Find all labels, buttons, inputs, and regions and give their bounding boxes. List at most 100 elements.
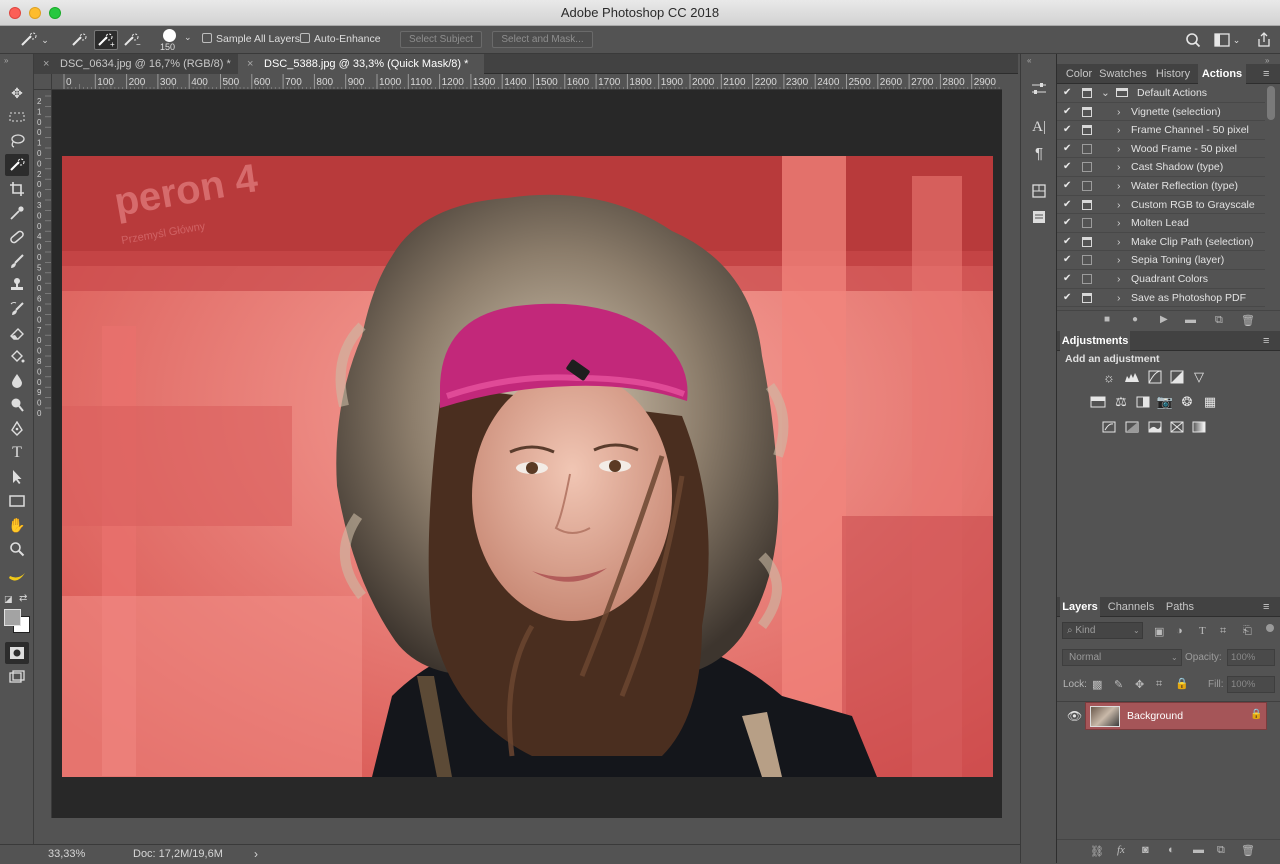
tab-channels[interactable]: Channels — [1102, 597, 1160, 617]
select-and-mask-button[interactable]: Select and Mask... — [492, 31, 593, 48]
action-toggle-check-icon[interactable]: ✔ — [1063, 158, 1073, 176]
foreground-color-swatch[interactable] — [4, 609, 21, 626]
chevron-right-icon[interactable]: › — [1117, 233, 1121, 251]
brightness-contrast-icon[interactable]: ☼ — [1101, 370, 1117, 385]
dialog-toggle-icon[interactable] — [1082, 274, 1092, 284]
action-row[interactable]: ✔ › Frame Channel - 50 pixel — [1057, 121, 1265, 140]
status-menu-arrow[interactable]: › — [254, 845, 258, 864]
action-toggle-check-icon[interactable]: ✔ — [1063, 84, 1073, 102]
type-tool[interactable]: T — [5, 442, 29, 464]
new-selection-button[interactable] — [68, 30, 92, 50]
action-row[interactable]: ✔ › Make Clip Path (selection) — [1057, 233, 1265, 252]
filter-adjustment-icon[interactable]: ◑ — [1176, 625, 1183, 637]
properties-panel-button[interactable] — [1027, 78, 1051, 100]
workspace-switcher[interactable]: ⌄ — [1210, 30, 1244, 50]
action-row[interactable]: ✔ › Wood Frame - 50 pixel — [1057, 140, 1265, 159]
action-toggle-check-icon[interactable]: ✔ — [1063, 140, 1073, 158]
sample-all-layers-checkbox[interactable]: Sample All Layers — [202, 33, 300, 45]
screen-mode-button[interactable] — [5, 666, 29, 688]
brush-picker[interactable]: 150 ⌄ — [160, 28, 194, 52]
tab-dsc-5388[interactable]: × DSC_5388.jpg @ 33,3% (Quick Mask/8) * — [238, 54, 484, 74]
quick-mask-button[interactable] — [5, 642, 29, 664]
collapse-toolbar-icon[interactable]: » — [4, 56, 8, 65]
action-toggle-check-icon[interactable]: ✔ — [1063, 270, 1073, 288]
share-button[interactable] — [1252, 30, 1276, 50]
action-row[interactable]: ✔ › Save as Photoshop PDF — [1057, 289, 1265, 308]
dialog-toggle-icon[interactable] — [1082, 236, 1092, 247]
document-canvas[interactable]: peron Przemyśl Główny 4 — [52, 90, 1002, 818]
tab-dsc-0634[interactable]: × DSC_0634.jpg @ 16,7% (RGB/8) * — [34, 54, 242, 74]
banana-tool[interactable] — [5, 566, 29, 588]
swap-colors-icon[interactable]: ⇄ — [19, 593, 27, 604]
dialog-toggle-icon[interactable] — [1082, 255, 1092, 266]
chevron-right-icon[interactable]: › — [1117, 177, 1121, 195]
photo-quick-mask[interactable]: peron Przemyśl Główny 4 — [62, 156, 993, 777]
chevron-right-icon[interactable]: › — [1117, 158, 1121, 176]
rectangle-tool[interactable] — [5, 490, 29, 512]
tab-adjustments[interactable]: Adjustments — [1060, 331, 1130, 351]
dialog-toggle-icon[interactable] — [1082, 292, 1092, 303]
new-layer-icon[interactable]: ⧉ — [1217, 844, 1225, 857]
brush-tool[interactable] — [5, 250, 29, 272]
action-row[interactable]: ✔ › Custom RGB to Grayscale — [1057, 196, 1265, 215]
posterize-icon[interactable] — [1124, 420, 1140, 434]
move-tool[interactable]: ✥ — [5, 82, 29, 104]
notes-panel-button[interactable] — [1027, 206, 1051, 228]
tab-layers[interactable]: Layers — [1060, 597, 1100, 617]
path-selection-tool[interactable] — [5, 466, 29, 488]
dialog-toggle-icon[interactable] — [1082, 181, 1092, 191]
lock-position-icon[interactable]: ✥ — [1135, 678, 1144, 691]
minimize-window-button[interactable] — [29, 7, 41, 19]
dialog-toggle-icon[interactable] — [1082, 125, 1092, 136]
trash-icon[interactable]: 🗑 — [1241, 314, 1255, 327]
dodge-tool[interactable] — [5, 394, 29, 416]
lock-image-icon[interactable]: ✎ — [1114, 678, 1123, 691]
paragraph-panel-button[interactable]: ¶ — [1027, 142, 1051, 164]
layer-row-background[interactable]: 👁 Background 🔒 — [1057, 702, 1267, 730]
blur-tool[interactable] — [5, 370, 29, 392]
libraries-panel-button[interactable] — [1027, 180, 1051, 202]
pen-tool[interactable] — [5, 418, 29, 440]
selective-color-icon[interactable] — [1169, 420, 1185, 434]
dialog-toggle-icon[interactable] — [1082, 199, 1092, 210]
action-toggle-check-icon[interactable]: ✔ — [1063, 233, 1073, 251]
tab-actions[interactable]: Actions — [1198, 64, 1246, 84]
history-brush-tool[interactable] — [5, 298, 29, 320]
add-mask-icon[interactable]: ◙ — [1142, 844, 1149, 856]
dialog-toggle-icon[interactable] — [1082, 88, 1092, 98]
zoom-level[interactable]: 33,33% — [48, 845, 85, 864]
quick-selection-tool[interactable] — [5, 154, 29, 176]
action-toggle-check-icon[interactable]: ✔ — [1063, 251, 1073, 269]
actions-scrollbar[interactable] — [1267, 86, 1275, 120]
fx-icon[interactable]: fx — [1117, 844, 1125, 856]
eye-icon[interactable]: 👁 — [1067, 709, 1082, 723]
character-panel-button[interactable]: A| — [1027, 116, 1051, 138]
chevron-right-icon[interactable]: › — [1117, 121, 1121, 139]
chevron-right-icon[interactable]: › — [1117, 103, 1121, 121]
tab-paths[interactable]: Paths — [1160, 597, 1200, 617]
panel-menu-icon[interactable]: ≡ — [1263, 335, 1269, 347]
new-action-icon[interactable]: ⧉ — [1215, 314, 1223, 327]
filter-smart-object-icon[interactable]: ⎗ — [1243, 625, 1252, 638]
filter-type-icon[interactable]: T — [1199, 625, 1206, 637]
channel-mixer-icon[interactable]: ❂ — [1179, 394, 1195, 409]
threshold-icon[interactable] — [1147, 420, 1163, 434]
action-row[interactable]: ✔ › Water Reflection (type) — [1057, 177, 1265, 196]
action-toggle-check-icon[interactable]: ✔ — [1063, 103, 1073, 121]
black-white-icon[interactable] — [1135, 395, 1151, 409]
color-lookup-icon[interactable]: ▦ — [1202, 394, 1218, 409]
close-tab-icon[interactable]: × — [247, 54, 253, 74]
zoom-tool[interactable] — [5, 538, 29, 560]
chevron-right-icon[interactable]: › — [1117, 251, 1121, 269]
opacity-field[interactable]: 100% — [1227, 649, 1275, 666]
healing-brush-tool[interactable] — [5, 226, 29, 248]
action-toggle-check-icon[interactable]: ✔ — [1063, 196, 1073, 214]
link-layers-icon[interactable]: ⛓ — [1090, 845, 1104, 858]
record-icon[interactable]: ● — [1132, 314, 1138, 325]
zoom-window-button[interactable] — [49, 7, 61, 19]
vibrance-icon[interactable]: ▽ — [1191, 369, 1207, 384]
vertical-ruler[interactable]: 2100100200300400500600700800900 — [34, 90, 52, 818]
tab-history[interactable]: History — [1148, 64, 1198, 84]
hue-saturation-icon[interactable] — [1090, 395, 1106, 409]
search-button[interactable] — [1181, 30, 1205, 50]
